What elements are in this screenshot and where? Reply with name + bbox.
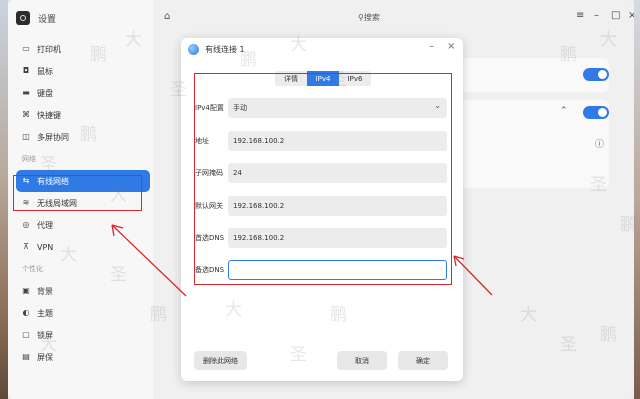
menu-icon[interactable]: ≡: [576, 10, 584, 21]
sidebar-nav: ▭ 打印机 ◘ 鼠标 ▬ 键盘 ⌘ 快捷键 ◫ 多屏协同网络 ⇆ 有线网络 ≋ 无线局域网 ◎ 代理 ⊼ VPN 个…: [16, 38, 150, 368]
sidebar-item-keyboard[interactable]: ▬ 键盘: [16, 82, 150, 104]
tab-ipv4[interactable]: IPv4: [307, 71, 339, 86]
sidebar-item-wired-network[interactable]: ⇆ 有线网络: [16, 170, 150, 192]
desktop-wallpaper: [0, 0, 8, 399]
background-icon: ▣: [22, 286, 30, 295]
ok-button[interactable]: 确定: [398, 351, 448, 370]
desktop-wallpaper-right: [634, 0, 640, 399]
tab-details[interactable]: 详情: [275, 71, 307, 86]
sidebar-item-label: 有线网络: [37, 176, 69, 186]
group-heading-personal: 个性化: [22, 265, 43, 273]
sidebar-item-label: 代理: [37, 220, 53, 230]
connection-toggle[interactable]: [583, 106, 609, 119]
sidebar-item-label: 鼠标: [37, 66, 53, 76]
sidebar-item-label: 屏保: [37, 352, 53, 362]
field-label: 地址: [195, 137, 209, 145]
sidebar-item-label: 主题: [37, 308, 53, 318]
sidebar-item-lockscreen[interactable]: ▢ 锁屏: [16, 324, 150, 346]
minimize-icon[interactable]: –: [594, 10, 599, 21]
subnet-mask-input[interactable]: 24: [228, 163, 447, 183]
mouse-icon: ◘: [22, 66, 30, 75]
field-row-gateway: 默认网关 192.168.100.2: [195, 196, 450, 216]
home-icon[interactable]: ⌂: [164, 11, 170, 22]
dialog-close-icon[interactable]: ×: [447, 41, 455, 52]
sidebar: 设置 ▭ 打印机 ◘ 鼠标 ▬ 键盘 ⌘ 快捷键 ◫ 多屏协同网络 ⇆ 有线网络 ≋ 无线局域网 ◎ 代理 ⊼ V…: [8, 0, 154, 399]
field-row-ipv4-config: IPv4配置 手动 ⌄: [195, 98, 450, 118]
shortcut-icon: ⌘: [22, 110, 30, 119]
proxy-icon: ◎: [22, 220, 30, 229]
vpn-icon: ⊼: [23, 242, 29, 251]
sidebar-item-printer[interactable]: ▭ 打印机: [16, 38, 150, 60]
sidebar-item-shortcut[interactable]: ⌘ 快捷键: [16, 104, 150, 126]
sidebar-item-background[interactable]: ▣ 背景: [16, 280, 150, 302]
secondary-dns-input[interactable]: [228, 260, 447, 280]
app-title: 设置: [38, 14, 57, 25]
search-field[interactable]: ⚲搜索: [358, 12, 380, 23]
dialog-minimize-icon[interactable]: –: [429, 41, 434, 52]
keyboard-icon: ▬: [22, 88, 30, 97]
sidebar-item-label: 多屏协同: [37, 132, 69, 142]
maximize-icon[interactable]: □: [611, 10, 620, 21]
sidebar-item-vpn[interactable]: ⊼ VPN: [16, 236, 150, 258]
dialog-header: 有线连接 1: [188, 44, 245, 55]
info-icon[interactable]: ⓘ: [595, 137, 604, 150]
sidebar-item-label: 快捷键: [37, 110, 61, 120]
top-bar: ⌂ ⚲搜索 ≡ – □ ×: [153, 0, 634, 36]
sidebar-item-proxy[interactable]: ◎ 代理: [16, 214, 150, 236]
chevron-down-icon: ⌄: [434, 101, 441, 110]
primary-dns-input[interactable]: 192.168.100.2: [228, 228, 447, 248]
sidebar-item-mouse[interactable]: ◘ 鼠标: [16, 60, 150, 82]
wired-network-icon: ⇆: [22, 176, 30, 185]
sidebar-item-wifi[interactable]: ≋ 无线局域网: [16, 192, 150, 214]
app-header: 设置: [16, 11, 56, 25]
search-placeholder: 搜索: [363, 13, 380, 22]
group-heading-network: 网络: [22, 155, 36, 163]
field-label: 首选DNS: [195, 234, 225, 242]
ipv4-config-select[interactable]: 手动 ⌄: [228, 98, 447, 118]
field-row-address: 地址 192.168.100.2: [195, 131, 450, 151]
sidebar-item-multiscreen[interactable]: ◫ 多屏协同: [16, 126, 150, 148]
field-row-primary-dns: 首选DNS 192.168.100.2: [195, 228, 450, 248]
sidebar-item-label: 无线局域网: [37, 198, 77, 208]
printer-icon: ▭: [22, 44, 30, 53]
lockscreen-icon: ▢: [22, 330, 30, 339]
tab-bar: 详情 IPv4 IPv6: [275, 71, 371, 86]
sidebar-item-label: 键盘: [37, 88, 53, 98]
sidebar-item-screensaver[interactable]: ▤ 屏保: [16, 346, 150, 368]
wifi-icon: ≋: [22, 198, 30, 207]
field-label: 子网掩码: [195, 169, 223, 177]
sidebar-item-label: 锁屏: [37, 330, 53, 340]
field-label: 默认网关: [195, 202, 223, 210]
cancel-button[interactable]: 取消: [337, 351, 387, 370]
field-label: 备选DNS: [195, 266, 225, 274]
sidebar-item-label: 背景: [37, 286, 53, 296]
theme-icon: ◐: [22, 308, 30, 317]
wired-toggle[interactable]: [583, 68, 609, 81]
collapse-icon[interactable]: ⌃: [560, 106, 568, 116]
gateway-input[interactable]: 192.168.100.2: [228, 196, 447, 216]
delete-network-button[interactable]: 删除此网络: [194, 351, 247, 370]
tab-ipv6[interactable]: IPv6: [339, 71, 371, 86]
settings-app-icon: [16, 11, 30, 25]
screensaver-icon: ▤: [22, 352, 30, 361]
sidebar-item-theme[interactable]: ◐ 主题: [16, 302, 150, 324]
sidebar-item-label: 打印机: [37, 44, 61, 54]
network-icon: [188, 44, 199, 55]
field-row-secondary-dns: 备选DNS: [195, 260, 450, 280]
field-label: IPv4配置: [195, 104, 224, 112]
multiscreen-icon: ◫: [22, 132, 30, 141]
connection-dialog: 有线连接 1 – × 详情 IPv4 IPv6 IPv4配置 手动 ⌄ 地址 1…: [181, 38, 463, 381]
dialog-title: 有线连接 1: [205, 45, 245, 54]
field-value: 手动: [233, 104, 247, 112]
address-input[interactable]: 192.168.100.2: [228, 131, 447, 151]
field-row-subnet: 子网掩码 24: [195, 163, 450, 183]
sidebar-item-label: VPN: [37, 242, 54, 252]
close-icon[interactable]: ×: [628, 10, 634, 21]
